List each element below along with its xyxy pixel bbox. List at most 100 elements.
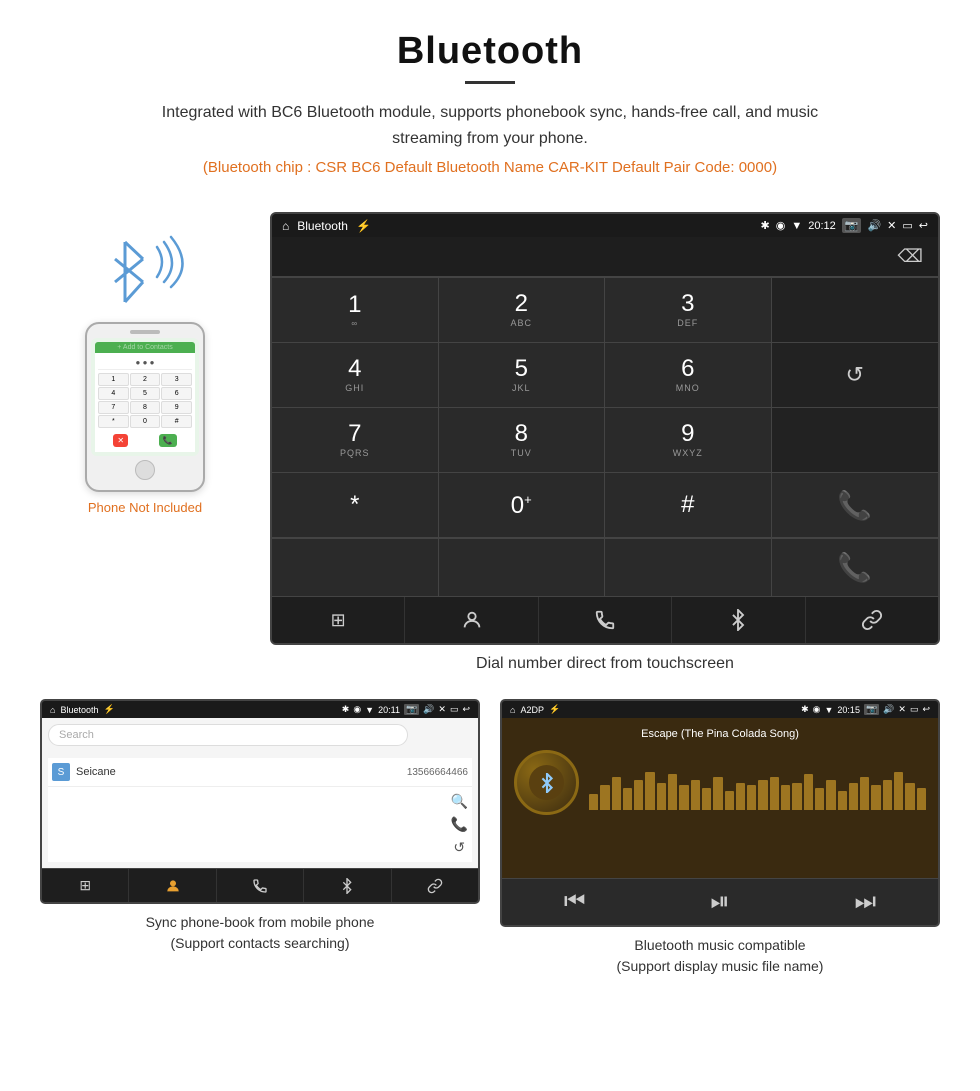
pb-back-icon[interactable]: ↩ [462,704,470,715]
backspace-button[interactable]: ⌫ [898,246,923,267]
pb-refresh-icon[interactable]: ↺ [453,839,465,856]
phone-home-btn[interactable] [135,460,155,480]
contact-item-seicane[interactable]: S Seicane 13566664466 [48,758,472,787]
phone-key-star[interactable]: * [98,415,129,428]
search-placeholder: Search [59,729,94,741]
pb-search-icon[interactable]: 🔍 [451,793,468,810]
pb-toolbar-contact[interactable] [129,869,216,902]
music-win-icon[interactable]: ▭ [910,704,919,715]
phone-key-0[interactable]: 0 [130,415,161,428]
next-btn[interactable]: ⏭ [845,887,885,917]
pb-loc-icon: ◉ [353,704,361,715]
toolbar-link-btn[interactable] [806,597,938,643]
music-time: 20:15 [837,705,860,715]
pb-win-icon[interactable]: ▭ [450,704,459,715]
call-end-cell[interactable]: 📞 [772,539,939,596]
pb-bt-icon: ✱ [342,704,350,715]
home-icon[interactable]: ⌂ [282,219,289,233]
phone-key-1[interactable]: 1 [98,373,129,386]
music-home-icon[interactable]: ⌂ [510,705,515,715]
pb-close-icon[interactable]: ✕ [438,704,446,715]
music-caption-line2: (Support display music file name) [617,958,824,974]
camera-status-icon: 📷 [842,218,862,233]
pb-vol-icon[interactable]: 🔊 [423,704,434,715]
bt-status-icon: ✱ [761,219,770,232]
phone-end-btn[interactable]: ✕ [113,434,128,447]
phone-screen-header: + Add to Contacts [95,342,195,353]
volume-icon[interactable]: 🔊 [867,219,881,232]
key-hash[interactable]: # [605,473,772,538]
status-bar: ⌂ Bluetooth ⚡ ✱ ◉ ▼ 20:12 📷 🔊 ✕ ▭ ↩ [272,214,938,237]
bluetooth-info: (Bluetooth chip : CSR BC6 Default Blueto… [20,159,960,176]
pb-wifi-icon: ▼ [365,705,374,715]
key-9[interactable]: 9 WXYZ [605,408,772,473]
phonebook-caption: Sync phone-book from mobile phone (Suppo… [146,912,375,954]
pb-toolbar-link[interactable] [392,869,478,902]
time-display: 20:12 [808,220,836,232]
toolbar-contacts-btn[interactable] [405,597,538,643]
music-status-bar: ⌂ A2DP ⚡ ✱ ◉ ▼ 20:15 📷 🔊 ✕ ▭ ↩ [502,701,938,718]
prev-btn[interactable]: ⏮ [555,887,595,917]
key-6[interactable]: 6 MNO [605,343,772,408]
phonebook-status-bar: ⌂ Bluetooth ⚡ ✱ ◉ ▼ 20:11 📷 🔊 ✕ ▭ ↩ [42,701,478,718]
phone-key-5[interactable]: 5 [130,387,161,400]
key-3[interactable]: 3 DEF [605,278,772,343]
contact-name: Seicane [76,766,407,778]
pb-cam-icon: 📷 [404,704,419,715]
toolbar-call-btn[interactable] [539,597,672,643]
music-controls: ⏮ ⏯ ⏭ [502,878,938,925]
phone-key-6[interactable]: 6 [161,387,192,400]
key-empty-row2-2 [439,539,606,596]
pb-toolbar-call[interactable] [217,869,304,902]
search-bar[interactable]: Search [48,724,408,746]
pb-call-icon[interactable]: 📞 [451,816,468,833]
music-bt-icon: ✱ [801,704,809,715]
phonebook-caption-line2: (Support contacts searching) [171,935,350,951]
key-2[interactable]: 2 ABC [439,278,606,343]
phone-key-8[interactable]: 8 [130,401,161,414]
music-app-name: A2DP [520,705,544,715]
phone-key-7[interactable]: 7 [98,401,129,414]
pb-home-icon[interactable]: ⌂ [50,705,55,715]
toolbar-bt-btn[interactable] [672,597,805,643]
phone-screen-body: ● ● ● 1 2 3 4 5 6 7 8 9 * 0 # [95,353,195,452]
music-panel: ⌂ A2DP ⚡ ✱ ◉ ▼ 20:15 📷 🔊 ✕ ▭ ↩ Escape [500,699,940,977]
key-1[interactable]: 1 ∞ [272,278,439,343]
phone-key-9[interactable]: 9 [161,401,192,414]
key-5[interactable]: 5 JKL [439,343,606,408]
key-0[interactable]: 0+ [439,473,606,538]
key-empty-row2-1 [272,539,439,596]
phonebook-screen: ⌂ Bluetooth ⚡ ✱ ◉ ▼ 20:11 📷 🔊 ✕ ▭ ↩ [40,699,480,904]
music-back-icon[interactable]: ↩ [922,704,930,715]
big-car-screen: ⌂ Bluetooth ⚡ ✱ ◉ ▼ 20:12 📷 🔊 ✕ ▭ ↩ [270,212,940,645]
album-art [514,750,579,815]
pb-toolbar-bt[interactable] [304,869,391,902]
music-caption-line1: Bluetooth music compatible [634,937,805,953]
phone-call-btn[interactable]: 📞 [159,434,177,447]
close-status-icon[interactable]: ✕ [887,219,896,232]
toolbar-keypad-btn[interactable]: ⊞ [272,597,405,643]
app-name: Bluetooth [297,219,348,233]
key-empty-1 [772,278,939,343]
music-vol-icon[interactable]: 🔊 [883,704,894,715]
pb-toolbar-keypad[interactable]: ⊞ [42,869,129,902]
key-star[interactable]: * [272,473,439,538]
phone-key-4[interactable]: 4 [98,387,129,400]
phone-key-hash[interactable]: # [161,415,192,428]
back-icon[interactable]: ↩ [919,219,928,232]
music-close-icon[interactable]: ✕ [898,704,906,715]
phone-key-2[interactable]: 2 [130,373,161,386]
window-icon[interactable]: ▭ [902,219,912,232]
usb-icon: ⚡ [356,219,371,233]
key-7[interactable]: 7 PQRS [272,408,439,473]
call-accept-cell[interactable]: 📞 [772,473,939,538]
key-empty-2: ↺ [772,343,939,408]
song-title: Escape (The Pina Colada Song) [514,728,926,740]
music-screen: ⌂ A2DP ⚡ ✱ ◉ ▼ 20:15 📷 🔊 ✕ ▭ ↩ Escape [500,699,940,927]
key-8[interactable]: 8 TUV [439,408,606,473]
play-pause-btn[interactable]: ⏯ [700,887,740,917]
phone-speaker [130,330,160,334]
phone-key-3[interactable]: 3 [161,373,192,386]
equalizer-bars [589,755,926,810]
key-4[interactable]: 4 GHI [272,343,439,408]
